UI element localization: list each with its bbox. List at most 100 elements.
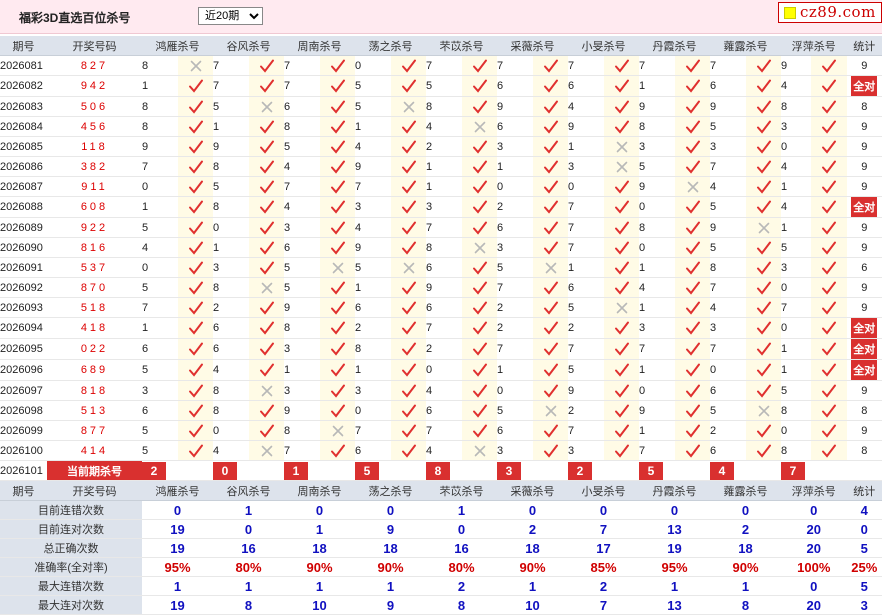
kill-number-cell: 0 xyxy=(213,218,249,238)
check-icon xyxy=(821,159,837,175)
kill-number-cell: 9 xyxy=(568,381,604,401)
column-header: 小旻杀号 xyxy=(568,481,639,501)
check-icon xyxy=(543,159,559,175)
summary-value: 2 xyxy=(710,520,781,539)
check-icon xyxy=(685,78,701,94)
kill-number-cell: 7 xyxy=(568,238,604,258)
current-kill-number: 2 xyxy=(142,462,166,480)
result-mark-cell xyxy=(811,177,847,197)
kill-number-cell: 1 xyxy=(781,177,811,197)
kill-number-cell: 8 xyxy=(710,258,746,278)
result-mark-cell xyxy=(675,360,710,381)
result-mark-cell xyxy=(249,197,284,218)
check-icon xyxy=(259,403,275,419)
result-mark-cell xyxy=(320,258,355,278)
check-icon xyxy=(401,362,417,378)
result-mark-cell xyxy=(462,218,497,238)
check-icon xyxy=(401,159,417,175)
kill-number-cell: 6 xyxy=(426,258,462,278)
summary-value: 9 xyxy=(355,520,426,539)
result-mark-cell xyxy=(249,56,284,76)
summary-value: 19 xyxy=(639,539,710,558)
check-icon xyxy=(330,220,346,236)
result-mark-cell xyxy=(604,360,639,381)
kill-number-cell: 0 xyxy=(781,421,811,441)
cross-icon xyxy=(259,99,275,115)
kill-number-cell: 3 xyxy=(355,197,391,218)
result-mark-cell xyxy=(675,177,710,197)
result-mark-cell xyxy=(746,157,781,177)
check-icon xyxy=(685,403,701,419)
table-row: 202608511899542313309 xyxy=(0,137,882,157)
summary-value: 1 xyxy=(426,501,497,520)
result-mark-cell xyxy=(533,137,568,157)
check-icon xyxy=(685,99,701,115)
result-mark-cell xyxy=(249,278,284,298)
result-mark-cell xyxy=(604,441,639,461)
kill-number-cell: 7 xyxy=(284,56,320,76)
result-mark-cell xyxy=(533,56,568,76)
table-row: 20260886081843327054全对 xyxy=(0,197,882,218)
kill-number-cell: 5 xyxy=(426,76,462,97)
kill-number-cell: 7 xyxy=(497,56,533,76)
table-row: 202609081641698370559 xyxy=(0,238,882,258)
result-mark-cell xyxy=(746,177,781,197)
check-icon xyxy=(821,260,837,276)
period-cell: 2026085 xyxy=(0,137,47,157)
kill-number-cell: 3 xyxy=(710,318,746,339)
result-mark-cell xyxy=(391,157,426,177)
check-icon xyxy=(259,159,275,175)
check-icon xyxy=(543,119,559,135)
kill-number-cell: 0 xyxy=(639,238,675,258)
kill-number-cell: 3 xyxy=(781,117,811,137)
check-icon xyxy=(188,320,204,336)
kill-number-cell: 1 xyxy=(639,298,675,318)
period-range-select[interactable]: 近20期 xyxy=(198,7,263,25)
kill-number-cell: 1 xyxy=(142,197,178,218)
summary-value: 95% xyxy=(639,558,710,577)
check-icon xyxy=(259,320,275,336)
kill-number-cell: 5 xyxy=(710,238,746,258)
check-icon xyxy=(821,423,837,439)
result-mark-cell xyxy=(811,137,847,157)
result-mark-cell xyxy=(604,318,639,339)
check-icon xyxy=(472,320,488,336)
kill-number-cell: 5 xyxy=(781,238,811,258)
column-header: 周南杀号 xyxy=(284,36,355,56)
result-mark-cell xyxy=(178,441,213,461)
kill-number-cell: 7 xyxy=(639,339,675,360)
result-mark-cell xyxy=(811,218,847,238)
kill-number-cell: 2 xyxy=(213,298,249,318)
kill-number-cell: 9 xyxy=(213,137,249,157)
summary-value: 0 xyxy=(568,501,639,520)
check-icon xyxy=(614,320,630,336)
result-mark-cell xyxy=(811,360,847,381)
result-mark-cell xyxy=(249,421,284,441)
stat-value: 9 xyxy=(861,242,867,254)
kill-number-cell: 9 xyxy=(284,298,320,318)
check-icon xyxy=(614,280,630,296)
kill-number-cell: 8 xyxy=(284,421,320,441)
check-icon xyxy=(259,260,275,276)
kill-number-cell: 1 xyxy=(142,318,178,339)
column-header: 统计 xyxy=(847,36,882,56)
cross-icon xyxy=(685,179,701,195)
kill-number-cell: 3 xyxy=(426,197,462,218)
check-icon xyxy=(401,423,417,439)
draw-number-cell: 518 xyxy=(47,298,142,318)
check-icon xyxy=(685,320,701,336)
result-mark-cell xyxy=(533,97,568,117)
summary-value: 19 xyxy=(142,520,213,539)
check-icon xyxy=(821,240,837,256)
stat-value: 9 xyxy=(861,385,867,397)
result-mark-cell xyxy=(811,238,847,258)
check-icon xyxy=(756,423,772,439)
result-mark-cell xyxy=(604,157,639,177)
cross-icon xyxy=(614,139,630,155)
site-logo[interactable]: cz89.com xyxy=(778,2,882,23)
check-icon xyxy=(756,58,772,74)
summary-value: 18 xyxy=(710,539,781,558)
check-icon xyxy=(685,362,701,378)
result-mark-cell xyxy=(746,137,781,157)
current-period-row: 2026101当前期杀号2015832547 xyxy=(0,461,882,481)
